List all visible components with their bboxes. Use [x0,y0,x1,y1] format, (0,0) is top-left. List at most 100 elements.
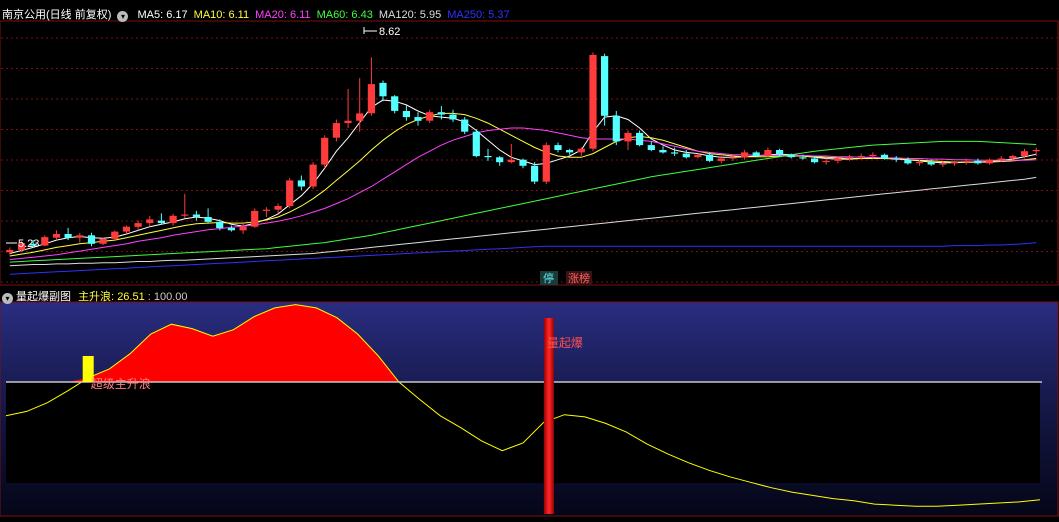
candle-up[interactable] [321,135,329,169]
candle-up[interactable] [741,150,749,160]
candle-up[interactable] [262,207,270,217]
candle-down[interactable] [519,158,527,169]
candle-body [857,156,865,158]
candle-up[interactable] [822,158,830,165]
candle-body [344,120,352,124]
candle-up[interactable] [99,237,107,245]
low-label: 5.23 [18,238,39,250]
candle-down[interactable] [204,208,212,224]
candle-body [904,159,912,164]
candle-down[interactable] [227,225,235,232]
candle-down[interactable] [402,104,410,121]
candle-up[interactable] [577,147,585,157]
ma-legend-item: MA120: 5.95 [378,9,442,21]
candle-down[interactable] [449,109,457,122]
candle-down[interactable] [531,162,539,185]
candle-down[interactable] [414,112,422,126]
candle-down[interactable] [647,141,655,152]
candle-down[interactable] [472,129,480,158]
candle-down[interactable] [496,156,504,166]
candle-down[interactable] [379,80,387,102]
candle-body [752,152,760,157]
candle-body [915,162,924,164]
candle-up[interactable] [344,89,352,128]
candle-down[interactable] [87,232,96,247]
candle-up[interactable] [764,147,772,158]
candle-down[interactable] [636,130,644,147]
candle-up[interactable] [367,57,375,116]
candle-up[interactable] [985,158,994,165]
candle-up[interactable] [41,235,49,247]
candle-down[interactable] [659,146,667,154]
candle-body [787,154,795,158]
indicator-extra: : 100.00 [147,291,188,303]
ma-legend-item: MA250: 5.37 [447,9,510,21]
chevron-down-icon[interactable]: ▾ [2,293,13,304]
candle-down[interactable] [484,148,492,161]
candle-down[interactable] [461,117,469,135]
candle-down[interactable] [566,148,574,155]
candle-up[interactable] [52,230,61,241]
candle-down[interactable] [601,53,609,126]
candle-up[interactable] [146,215,154,227]
candle-down[interactable] [612,111,620,146]
candle-body [227,227,235,231]
candle-down[interactable] [391,95,399,114]
tag-rank[interactable]: 涨榜 [568,271,590,285]
candle-body [962,160,970,163]
candle-down[interactable] [157,213,165,225]
candle-body [612,115,620,142]
candle-up[interactable] [309,162,317,189]
ma-legend-item: MA10: 6.11 [193,9,250,21]
candle-body [321,137,329,165]
candle-down[interactable] [682,150,690,159]
candle-down[interactable] [554,142,562,153]
candle-up[interactable] [426,109,434,124]
high-label: 8.62 [379,26,400,38]
candle-body [41,237,49,246]
candle-body [87,235,96,244]
candle-body [192,214,200,217]
candle-body [367,84,375,114]
candle-down[interactable] [297,175,305,191]
candle-body [717,158,725,161]
candle-down[interactable] [892,156,900,163]
ma-legend: MA5: 6.17 MA10: 6.11 MA20: 6.11 MA60: 6.43 M… [132,9,510,21]
candle-up[interactable] [76,232,84,243]
candle-body [204,217,212,222]
tag-stop[interactable]: 停 [543,271,554,285]
candle-body [985,159,994,164]
candle-up[interactable] [181,193,189,219]
candle-up[interactable] [6,247,14,255]
sub-title[interactable]: 量起爆副图 [16,291,71,303]
candle-up[interactable] [589,52,597,152]
ma-legend-item: MA5: 6.17 [137,9,188,21]
candle-up[interactable] [251,208,259,228]
candle-up[interactable] [286,178,294,209]
candle-body [811,158,819,163]
candle-body [880,154,889,159]
chevron-down-icon[interactable]: ▾ [117,11,129,22]
candle-down[interactable] [192,210,200,221]
candle-up[interactable] [507,143,515,164]
stock-name[interactable]: 南京公用 [2,9,46,21]
candle-up[interactable] [542,142,550,185]
candle-body [950,162,959,164]
candle-up[interactable] [122,225,130,235]
candle-up[interactable] [134,220,142,231]
candle-body [729,157,737,159]
candle-down[interactable] [974,158,982,165]
ma-line-ma5 [9,99,1037,254]
annotation-volume-burst: 量起爆 [547,336,583,350]
candle-up[interactable] [356,78,364,132]
candle-up[interactable] [239,223,247,234]
candle-body [974,160,982,164]
candle-up[interactable] [111,230,119,241]
candle-up[interactable] [332,119,340,142]
candle-body [181,214,189,216]
candle-up[interactable] [624,130,632,151]
candle-up[interactable] [169,213,177,226]
ma-legend-item: MA60: 6.43 [316,9,373,21]
candle-body [52,234,61,238]
main-grid [1,37,1057,283]
